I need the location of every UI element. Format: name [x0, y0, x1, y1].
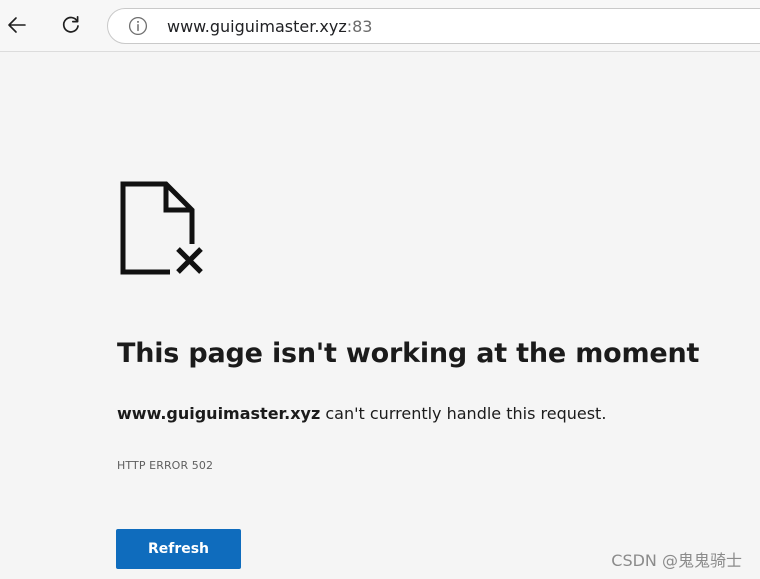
error-message-text: can't currently handle this request.: [320, 404, 607, 423]
watermark: CSDN @鬼鬼骑士: [611, 551, 742, 570]
browser-toolbar: www.guiguimaster.xyz:83: [0, 0, 760, 52]
document-error-icon: [120, 181, 206, 276]
url-text[interactable]: www.guiguimaster.xyz:83: [167, 17, 372, 37]
error-heading: This page isn't working at the moment: [117, 338, 700, 369]
url-host: www.guiguimaster.xyz: [167, 17, 347, 36]
address-bar[interactable]: www.guiguimaster.xyz:83: [107, 8, 760, 44]
browser-refresh-button[interactable]: [55, 9, 87, 41]
error-page: This page isn't working at the moment ww…: [0, 52, 760, 579]
back-arrow-icon: [8, 17, 26, 33]
url-port: :83: [346, 17, 373, 36]
refresh-button[interactable]: Refresh: [116, 529, 241, 569]
error-message-host: www.guiguimaster.xyz: [117, 404, 321, 423]
http-error-code: HTTP ERROR 502: [117, 459, 214, 472]
error-message: www.guiguimaster.xyz can't currently han…: [117, 403, 606, 425]
refresh-icon: [62, 15, 79, 33]
info-icon[interactable]: [128, 16, 148, 36]
back-button[interactable]: [1, 9, 33, 41]
